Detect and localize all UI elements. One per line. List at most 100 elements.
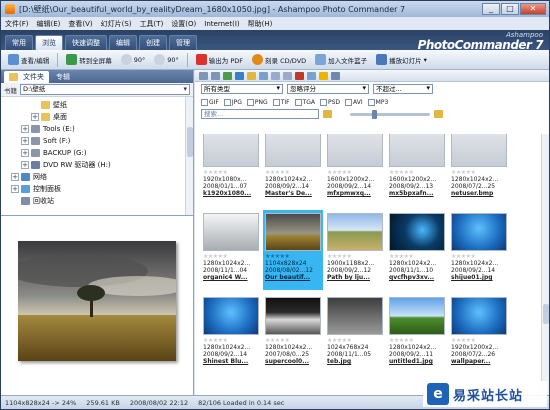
forward-icon[interactable] [211,71,220,80]
tab-quick-adjust[interactable]: 快速调整 [65,35,107,50]
expand-toggle[interactable]: + [21,149,29,157]
rating-filter[interactable]: 忽略评分 [287,84,369,94]
format-checkbox[interactable]: MP3 [367,98,388,106]
thumbnail-image[interactable] [327,134,383,167]
thumbnail-filename[interactable]: Master's De... [265,190,312,197]
thumbnail-image[interactable] [451,213,507,251]
minimize-button[interactable]: _ [482,3,500,15]
thumbnail-filename[interactable]: organic4 W... [203,274,248,281]
thumbnail-filename[interactable]: untitled1.jpg [389,358,433,365]
rating-stars[interactable]: ★★★★★ [265,253,290,260]
thumbnail-item[interactable]: ★★★★★ 1920x1200x2... 2008/07/2...26 wallpap… [449,294,509,374]
checkbox-icon[interactable] [345,98,353,106]
format-checkbox[interactable]: PSD [320,98,340,106]
menu-tools[interactable]: 工具(T) [140,19,164,29]
burn-disc-button[interactable]: 刻录 CD/DVD [249,53,309,66]
checkbox-icon[interactable] [320,98,327,106]
slideshow-button[interactable]: 播放幻灯片 ▾ [373,53,430,66]
tree-node[interactable]: + 网络 [1,171,193,183]
checkbox-icon[interactable] [294,98,302,106]
view-edit-button[interactable]: 查看/编辑 [5,53,52,66]
thumbnail-image[interactable] [389,297,445,335]
menu-settings[interactable]: 设置(O) [171,19,196,29]
tree-scrollbar[interactable] [185,97,193,215]
thumbnail-filename[interactable]: teb.jpg [327,358,351,365]
expand-toggle[interactable]: + [11,173,19,181]
scroll-thumb[interactable] [543,304,549,324]
menu-help[interactable]: 帮助(H) [248,19,273,29]
rotate-right-button[interactable]: 90° [151,53,182,66]
thumbnail-filename[interactable]: mx5bpxafn... [389,190,434,197]
rating-stars[interactable]: ★★★★★ [389,169,414,176]
thumbnail-item[interactable]: ★★★★★ 1280x1024x2... 2008/09/2...14 Master'… [263,134,323,206]
search-input[interactable]: 搜索... [201,109,319,119]
checkbox-icon[interactable] [223,98,231,106]
tree-node[interactable]: + DVD RW 驱动器 (H:) [1,159,193,171]
format-checkbox[interactable]: GIF [201,98,219,106]
scroll-thumb[interactable] [187,127,193,157]
rating-stars[interactable]: ★★★★★ [451,169,476,176]
expand-toggle[interactable]: + [21,137,29,145]
thumbnail-item[interactable]: ★★★★★ 1600x1200x2... 2008/09/2...13 mx5bpxa… [387,134,447,206]
thumbnail-item[interactable]: ★★★★★ 1280x1024x2... 2008/09/2...11 untitle… [387,294,447,374]
settings-icon[interactable] [331,71,340,80]
thumbnail-item[interactable]: ★★★★★ 1280x1024x2... 2008/11/1...10 qvcfhpv… [387,210,447,290]
close-button[interactable]: ✕ [520,3,546,15]
rating-stars[interactable]: ★★★★★ [389,253,414,260]
checkbox-icon[interactable] [367,98,375,106]
thumbnail-image[interactable] [389,213,445,251]
rating-stars[interactable]: ★★★★★ [203,337,228,344]
tree-node[interactable]: + Soft (F:) [1,135,193,147]
thumbnail-item[interactable]: ★★★★★ 1280x1024x2... 2008/07/2...25 netuser… [449,134,509,206]
checkbox-icon[interactable] [246,98,254,106]
tab-manage[interactable]: 管理 [169,35,197,50]
format-checkbox[interactable]: AVI [345,98,363,106]
up-icon[interactable] [223,71,232,80]
expand-toggle[interactable]: + [21,125,29,133]
tree-node[interactable]: 壁纸 [1,99,193,111]
sort-icon[interactable] [271,71,280,80]
checkbox-icon[interactable] [201,98,208,106]
thumbnail-item[interactable]: ★★★★★ 1280x1024x2... 2007/08/0...25 superco… [263,294,323,374]
thumbnail-image[interactable] [203,213,259,251]
back-icon[interactable] [199,71,208,80]
thumbnail-filename[interactable]: Shinest Blu... [203,358,248,365]
rating-stars[interactable]: ★★★★★ [451,253,476,260]
export-pdf-button[interactable]: 输出为 PDF [193,53,246,66]
thumbnail-filename[interactable]: Path by lju... [327,274,370,281]
tab-common[interactable]: 常用 [5,35,33,50]
thumbnail-image[interactable] [327,213,383,251]
delete-icon[interactable] [295,71,304,80]
properties-icon[interactable] [307,71,316,80]
thumbnail-image[interactable] [265,134,321,167]
tree-node[interactable]: + 控制面板 [1,183,193,195]
thumbnail-image[interactable] [265,297,321,335]
thumbnail-filename[interactable]: qvcfhpv3xv... [389,274,434,281]
tab-create[interactable]: 创建 [139,35,167,50]
format-checkbox[interactable]: JPG [223,98,242,106]
tree-node[interactable]: 回收站 [1,195,193,205]
thumbnail-item[interactable]: ★★★★★ 1280x1024x2... 2008/11/1...04 organic… [201,210,261,290]
chevron-down-icon[interactable]: ▾ [424,56,427,64]
expand-toggle[interactable]: + [31,113,39,121]
maximize-button[interactable]: □ [501,3,519,15]
thumbnail-item[interactable]: ★★★★★ 1280x1024x2... 2008/09/2...14 Shinest… [201,294,261,374]
folder-large-icon[interactable] [434,110,443,118]
thumbnail-image[interactable] [265,213,321,251]
rating-stars[interactable]: ★★★★★ [451,337,476,344]
checkbox-icon[interactable] [272,98,280,106]
thumbnail-image[interactable] [451,297,507,335]
menu-view[interactable]: 查看(V) [68,19,92,29]
grid-scrollbar[interactable] [541,134,549,395]
thumbnail-item[interactable]: ★★★★★ 1600x1200x2... 2008/09/2...14 mfxpmwx… [325,134,385,206]
fullscreen-button[interactable]: 转到全屏幕 [63,53,115,66]
tab-folders[interactable]: 文件夹 [4,71,49,83]
format-checkbox[interactable]: TGA [294,98,315,106]
rating-stars[interactable]: ★★★★★ [265,169,290,176]
expand-toggle[interactable]: + [21,161,29,169]
copy-icon[interactable] [283,71,292,80]
thumbnail-image[interactable] [451,134,507,167]
thumbnail-filename[interactable]: k1920x1080... [203,190,251,197]
thumbnail-image[interactable] [203,297,259,335]
rating-stars[interactable]: ★★★★★ [203,253,228,260]
